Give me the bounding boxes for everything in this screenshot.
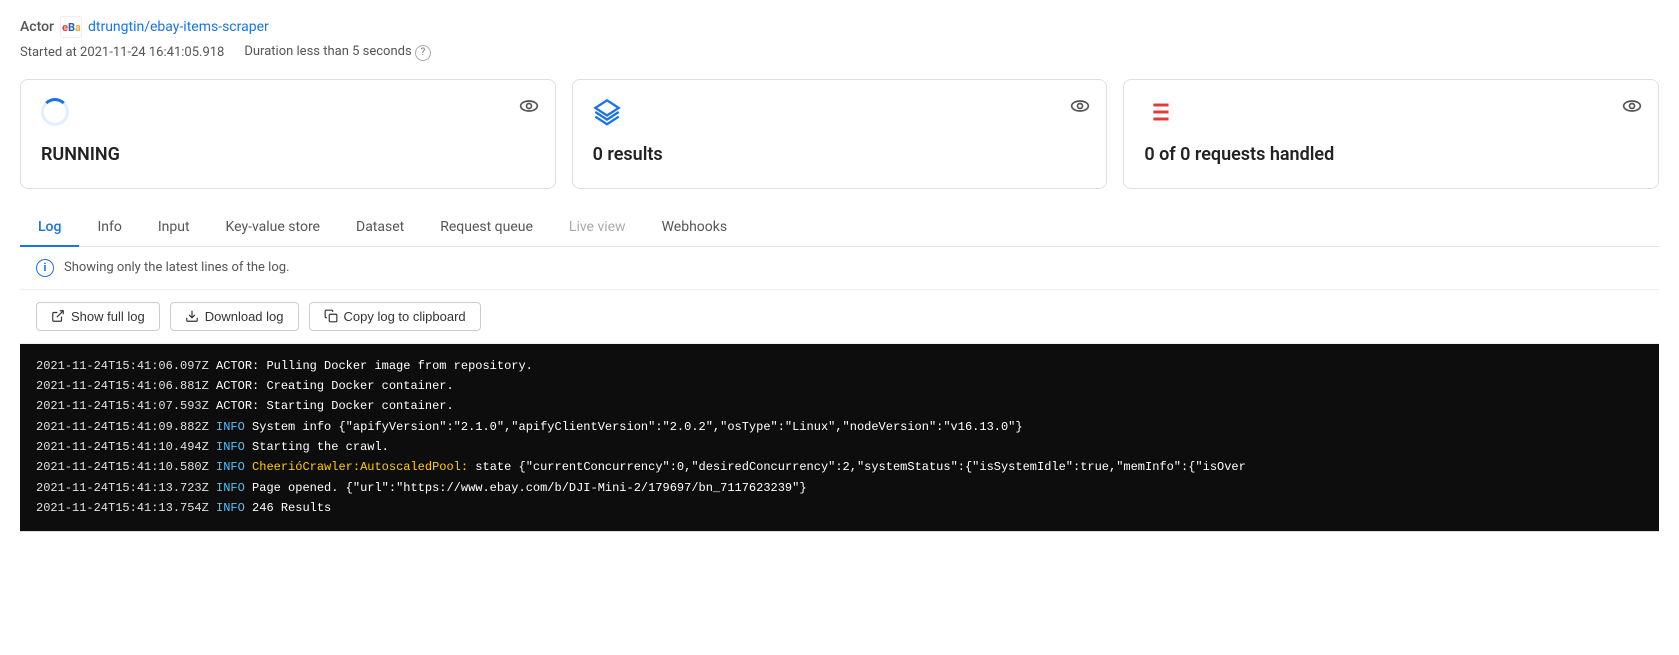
- list-icon: [1144, 98, 1638, 130]
- cards-row: RUNNING 0 results: [20, 79, 1659, 189]
- started-at: Started at 2021-11-24 16:41:05.918: [20, 45, 224, 60]
- tab-log[interactable]: Log: [20, 209, 79, 247]
- status-card: RUNNING: [20, 79, 556, 189]
- log-line: 2021-11-24T15:41:10.580Z INFO CheerióCra…: [36, 457, 1643, 477]
- actor-label: Actor: [20, 19, 54, 35]
- layers-icon: [593, 98, 1087, 130]
- tabs-bar: Log Info Input Key-value store Dataset R…: [20, 209, 1659, 247]
- download-log-button[interactable]: Download log: [170, 302, 299, 331]
- status-value: RUNNING: [41, 144, 535, 165]
- info-banner-text: Showing only the latest lines of the log…: [64, 260, 289, 275]
- external-link-icon: [51, 309, 65, 323]
- log-line: 2021-11-24T15:41:10.494Z INFO Starting t…: [36, 437, 1643, 457]
- actor-meta: Started at 2021-11-24 16:41:05.918 Durat…: [20, 44, 1659, 61]
- tab-live-view: Live view: [551, 209, 644, 247]
- running-spinner-icon: [41, 98, 535, 130]
- log-line: 2021-11-24T15:41:06.881Z ACTOR: Creating…: [36, 376, 1643, 396]
- duration-text: Duration less than 5 seconds ?: [244, 44, 431, 61]
- log-line: 2021-11-24T15:41:13.754Z INFO 246 Result…: [36, 498, 1643, 518]
- results-card: 0 results: [572, 79, 1108, 189]
- actor-link[interactable]: dtrungtin/ebay-items-scraper: [88, 19, 269, 35]
- download-log-label: Download log: [205, 309, 284, 324]
- actor-header: Actor eBay dtrungtin/ebay-items-scraper: [20, 16, 1659, 38]
- requests-card: 0 of 0 requests handled: [1123, 79, 1659, 189]
- show-full-log-button[interactable]: Show full log: [36, 302, 160, 331]
- help-icon[interactable]: ?: [415, 45, 431, 61]
- copy-log-label: Copy log to clipboard: [344, 309, 466, 324]
- tab-info[interactable]: Info: [79, 209, 139, 247]
- tab-request-queue[interactable]: Request queue: [422, 209, 551, 247]
- tab-dataset[interactable]: Dataset: [338, 209, 422, 247]
- svg-text:eBay: eBay: [62, 21, 80, 34]
- log-line: 2021-11-24T15:41:13.723Z INFO Page opene…: [36, 478, 1643, 498]
- copy-log-button[interactable]: Copy log to clipboard: [309, 302, 481, 331]
- copy-icon: [324, 309, 338, 323]
- requests-value: 0 of 0 requests handled: [1144, 144, 1638, 165]
- tab-kv-store[interactable]: Key-value store: [208, 209, 338, 247]
- tab-webhooks[interactable]: Webhooks: [644, 209, 746, 247]
- log-actions: Show full log Download log Copy log to c…: [20, 290, 1659, 344]
- log-scrollbar[interactable]: [20, 531, 1659, 547]
- status-eye-button[interactable]: [519, 96, 539, 116]
- log-line: 2021-11-24T15:41:06.097Z ACTOR: Pulling …: [36, 356, 1643, 376]
- show-full-log-label: Show full log: [71, 309, 145, 324]
- tab-input[interactable]: Input: [140, 209, 208, 247]
- log-info-banner: i Showing only the latest lines of the l…: [20, 247, 1659, 290]
- log-line: 2021-11-24T15:41:07.593Z ACTOR: Starting…: [36, 396, 1643, 416]
- download-icon: [185, 309, 199, 323]
- actor-logo: eBay: [60, 16, 82, 38]
- requests-eye-button[interactable]: [1622, 96, 1642, 116]
- results-eye-button[interactable]: [1070, 96, 1090, 116]
- results-value: 0 results: [593, 144, 1087, 165]
- log-line: 2021-11-24T15:41:09.882Z INFO System inf…: [36, 417, 1643, 437]
- info-circle-icon: i: [36, 259, 54, 277]
- log-output[interactable]: 2021-11-24T15:41:06.097Z ACTOR: Pulling …: [20, 344, 1659, 531]
